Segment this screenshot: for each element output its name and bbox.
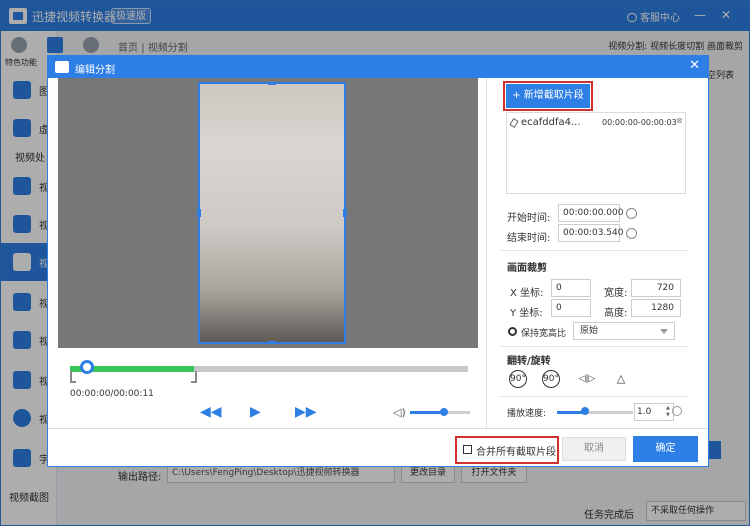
x-coord-input[interactable]: 0 xyxy=(551,279,591,297)
rotate-left-icon[interactable]: 90° xyxy=(509,370,527,388)
height-input[interactable]: 1280 xyxy=(631,299,681,317)
forward-button[interactable]: ▶▶ xyxy=(295,404,317,420)
chevron-down-icon xyxy=(660,329,668,334)
merge-checkbox[interactable] xyxy=(463,445,472,454)
speed-label: 播放速度: xyxy=(507,409,547,419)
crop-handle-left[interactable] xyxy=(197,209,201,217)
x-coord-label: X 坐标: xyxy=(510,288,544,299)
start-time-input[interactable]: 00:00:00.000 xyxy=(558,204,623,222)
video-preview xyxy=(58,78,478,348)
clip-name[interactable]: ecafddfa4... xyxy=(521,117,581,128)
crop-handle-bottom[interactable] xyxy=(268,341,276,344)
timeline-start-marker[interactable] xyxy=(70,371,76,383)
cancel-button[interactable]: 取消 xyxy=(562,437,626,461)
divider xyxy=(500,250,688,251)
pencil-icon[interactable] xyxy=(509,118,519,128)
volume-knob[interactable] xyxy=(440,408,448,416)
crop-handle-top[interactable] xyxy=(268,82,276,85)
timeline-playhead[interactable] xyxy=(80,360,94,374)
edit-split-dialog: 编辑分割 ✕ 00:00:00/00:00:11 ◀◀ ▶ ▶▶ ◁) + 新增… xyxy=(47,55,709,467)
add-clip-button[interactable]: + 新增截取片段 xyxy=(506,84,590,108)
remove-clip-icon[interactable]: ⊗ xyxy=(676,116,685,125)
crop-frame[interactable] xyxy=(197,82,347,344)
speed-input[interactable]: 1.0 ▲ ▼ xyxy=(634,403,674,421)
merge-label[interactable]: 合并所有截取片段 xyxy=(476,443,556,458)
keep-ratio-label: 保持宽高比 xyxy=(521,329,567,339)
ok-button[interactable]: 确定 xyxy=(633,436,698,462)
end-time-label: 结束时间: xyxy=(507,233,551,244)
rotate-right-icon[interactable]: 90° xyxy=(542,370,560,388)
dialog-close-button[interactable]: ✕ xyxy=(689,58,700,73)
start-time-label: 开始时间: xyxy=(507,213,551,224)
rewind-button[interactable]: ◀◀ xyxy=(200,404,222,420)
spinner-icon[interactable]: ▲ ▼ xyxy=(666,405,672,419)
reset-speed-icon[interactable] xyxy=(672,406,682,416)
volume-icon[interactable]: ◁) xyxy=(393,406,406,419)
divider xyxy=(500,396,688,397)
speed-value: 1.0 xyxy=(637,407,652,417)
volume-fill xyxy=(410,411,444,414)
crop-section-title: 画面裁剪 xyxy=(507,263,547,274)
dialog-logo-icon xyxy=(55,61,69,73)
y-coord-label: Y 坐标: xyxy=(510,308,543,319)
timeline-end-marker[interactable] xyxy=(191,371,197,383)
divider xyxy=(500,346,688,347)
height-label: 高度: xyxy=(604,308,628,319)
width-input[interactable]: 720 xyxy=(631,279,681,297)
keep-ratio-radio[interactable] xyxy=(508,327,517,336)
clip-range: 00:00:00-00:00:03 xyxy=(602,118,677,127)
dialog-title-bar: 编辑分割 ✕ xyxy=(48,56,708,78)
dialog-footer-divider xyxy=(48,428,708,429)
clip-list: ecafddfa4... 00:00:00-00:00:03 ⊗ xyxy=(506,112,686,194)
end-time-input[interactable]: 00:00:03.540 xyxy=(558,224,623,242)
play-button[interactable]: ▶ xyxy=(250,404,261,420)
width-label: 宽度: xyxy=(604,288,628,299)
crop-handle-right[interactable] xyxy=(343,209,347,217)
rotate-section-title: 翻转/旋转 xyxy=(507,356,551,367)
flip-horizontal-icon[interactable]: ◁|▷ xyxy=(575,370,599,388)
y-coord-input[interactable]: 0 xyxy=(551,299,591,317)
flip-vertical-icon[interactable]: △ xyxy=(612,370,630,388)
clock-icon[interactable] xyxy=(626,228,637,239)
ratio-select-value: 原始 xyxy=(580,326,599,336)
time-display: 00:00:00/00:00:11 xyxy=(70,389,154,399)
dialog-title: 编辑分割 xyxy=(75,65,115,76)
ratio-select[interactable]: 原始 xyxy=(573,322,675,340)
clock-icon[interactable] xyxy=(626,208,637,219)
speed-knob[interactable] xyxy=(581,407,589,415)
